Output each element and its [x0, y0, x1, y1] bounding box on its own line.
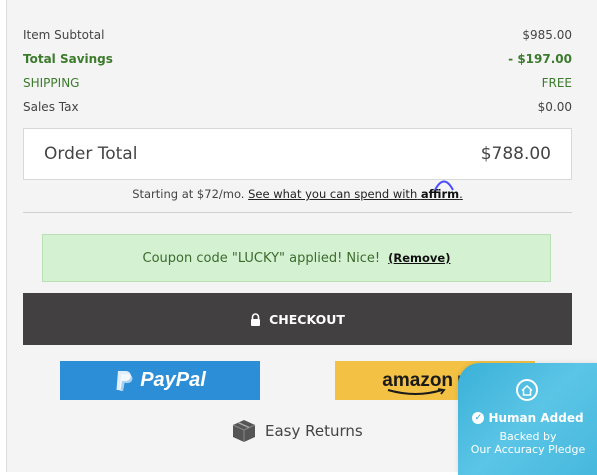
affirm-suffix: . — [459, 187, 463, 201]
divider — [23, 212, 572, 213]
tax-value: $0.00 — [537, 100, 572, 114]
affirm-arc-icon — [434, 180, 454, 191]
affirm-promo: Starting at $72/mo. See what you can spe… — [23, 180, 572, 201]
badge-line-3: Our Accuracy Pledge — [470, 443, 586, 456]
badge-title: ✓ Human Added — [458, 411, 597, 425]
affirm-prefix: Starting at $72/mo. — [132, 187, 245, 201]
savings-value: - $197.00 — [508, 52, 572, 66]
home-icon — [516, 379, 538, 401]
tax-label: Sales Tax — [23, 100, 79, 114]
tax-row: Sales Tax $0.00 — [23, 98, 572, 116]
affirm-link-text: See what you can spend with — [248, 187, 418, 201]
coupon-message: Coupon code "LUCKY" applied! Nice! — [142, 250, 381, 266]
paypal-logo-icon — [116, 370, 133, 391]
savings-label: Total Savings — [23, 52, 113, 66]
shipping-label: SHIPPING — [23, 76, 80, 90]
shipping-row: SHIPPING FREE — [23, 74, 572, 92]
box-icon — [232, 420, 256, 442]
badge-line-2: Backed by — [499, 430, 557, 443]
amazon-smile-icon — [388, 387, 446, 395]
check-icon: ✓ — [472, 412, 485, 424]
paypal-button[interactable]: PayPal — [60, 361, 260, 400]
easy-returns: Easy Returns — [231, 418, 363, 444]
remove-coupon-link[interactable]: (Remove) — [388, 251, 450, 265]
subtotal-label: Item Subtotal — [23, 28, 105, 42]
subtotal-row: Item Subtotal $985.00 — [23, 26, 572, 44]
checkout-label: CHECKOUT — [269, 311, 345, 327]
checkout-button[interactable]: CHECKOUT — [23, 293, 572, 345]
order-total-value: $788.00 — [480, 144, 551, 164]
lock-icon — [251, 312, 261, 326]
order-total-box: Order Total $788.00 — [23, 128, 572, 180]
accuracy-pledge-badge[interactable]: ✓ Human Added Backed by Our Accuracy Ple… — [458, 363, 597, 475]
shipping-value: FREE — [541, 76, 572, 90]
subtotal-value: $985.00 — [522, 28, 572, 42]
paypal-label: PayPal — [140, 369, 206, 391]
affirm-logo: affirm — [421, 180, 459, 201]
coupon-applied-banner: Coupon code "LUCKY" applied! Nice! (Remo… — [42, 234, 551, 282]
easy-returns-label: Easy Returns — [265, 422, 363, 440]
affirm-link[interactable]: See what you can spend with affirm. — [248, 180, 463, 201]
badge-title-text: Human Added — [488, 411, 584, 425]
order-total-label: Order Total — [44, 144, 138, 164]
amazon-logo: amazon — [382, 370, 453, 395]
savings-row: Total Savings - $197.00 — [23, 50, 572, 68]
